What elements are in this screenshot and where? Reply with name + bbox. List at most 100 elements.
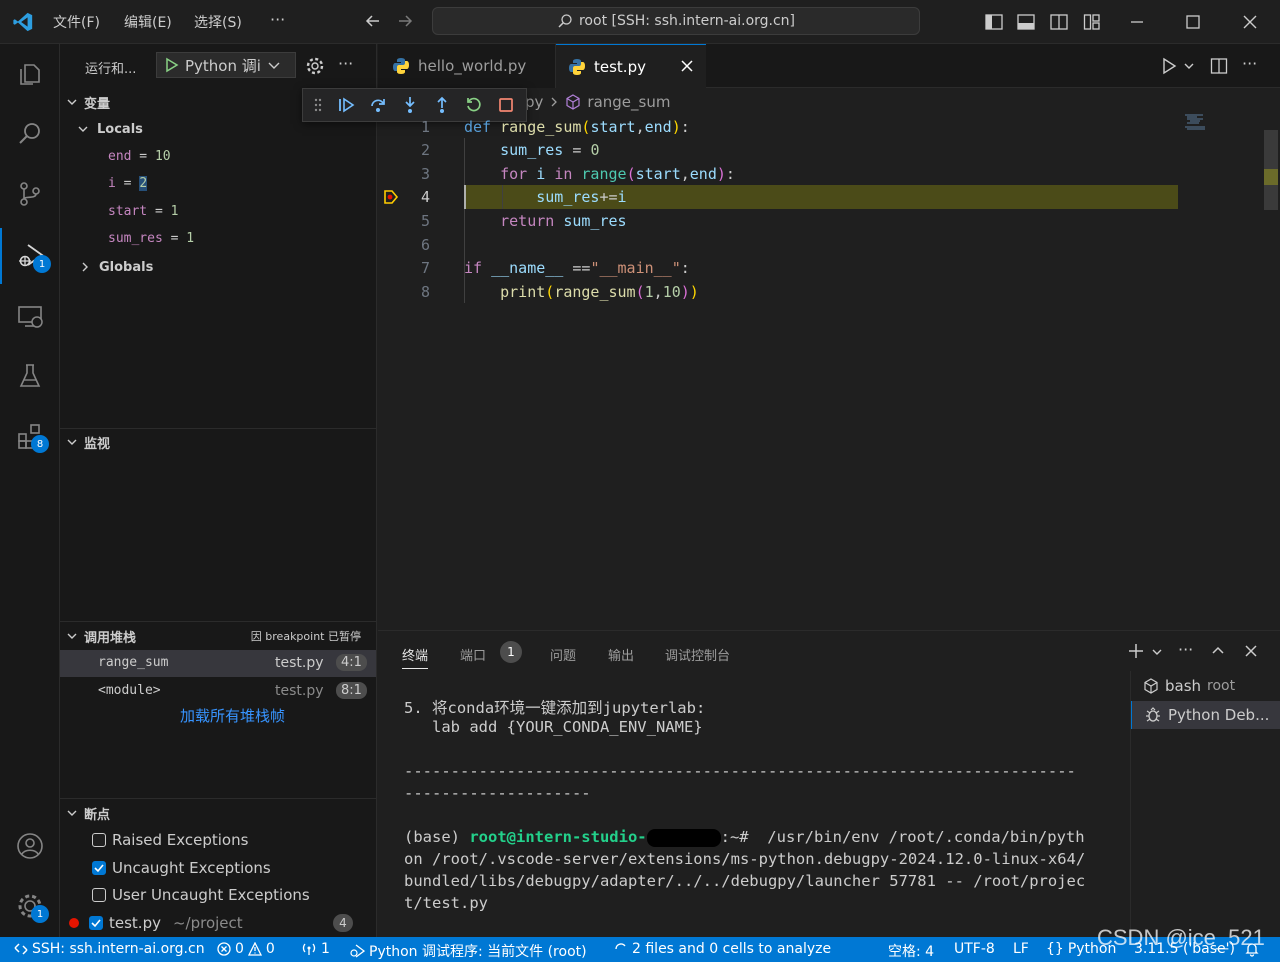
menu-file[interactable]: 文件(F) (53, 12, 100, 32)
debug-session-indicator[interactable]: Python 调试程序: 当前文件 (root) (349, 941, 587, 961)
panel-more-icon[interactable]: ··· (1178, 640, 1193, 659)
breakpoint-file-test[interactable]: test.py ~/project 4 (69, 914, 369, 932)
callstack-section-header[interactable]: 调用堆栈 因 breakpoint 已暂停 (60, 624, 377, 648)
vscode-logo-icon[interactable] (12, 11, 34, 33)
stop-icon[interactable] (497, 96, 515, 114)
debug-session-label: Python 调试程序: 当前文件 (root) (369, 944, 587, 960)
menu-edit[interactable]: 编辑(E) (124, 12, 172, 32)
window-maximize-icon[interactable] (1184, 13, 1202, 31)
step-out-icon[interactable] (433, 96, 451, 114)
stack-frame-row[interactable]: <module> test.py 8:1 (60, 678, 376, 705)
close-panel-icon[interactable] (1244, 644, 1258, 658)
drag-handle-icon[interactable] (313, 97, 323, 113)
menu-more[interactable]: ··· (270, 10, 285, 29)
code-line[interactable]: for i in range(start,end): (464, 165, 735, 183)
equals-sign: = (131, 149, 155, 164)
variable-end[interactable]: end = 10 (108, 149, 171, 164)
checkbox[interactable] (92, 888, 106, 902)
breakpoint-label: Raised Exceptions (112, 831, 249, 849)
toggle-secondary-sidebar-icon[interactable] (1050, 13, 1068, 31)
toggle-panel-icon[interactable] (1017, 13, 1035, 31)
analysis-indicator[interactable]: 2 files and 0 cells to analyze (614, 941, 831, 957)
status-bar: SSH: ssh.intern-ai.org.cn 0 0 1 Python 调… (0, 937, 1280, 962)
terminal-session-python-debug[interactable]: Python Deb... (1131, 701, 1280, 729)
breakpoints-section-header[interactable]: 断点 (60, 801, 377, 825)
code-line[interactable]: def range_sum(start,end): (464, 118, 690, 136)
testing-icon[interactable] (0, 348, 60, 404)
extensions-icon[interactable]: 8 (0, 408, 60, 464)
encoding-indicator[interactable]: UTF-8 (954, 941, 995, 957)
variable-sum-res[interactable]: sum_res = 1 (108, 231, 194, 246)
window-close-icon[interactable] (1241, 13, 1259, 31)
manage-gear-icon[interactable]: 1 (0, 878, 60, 934)
toggle-sidebar-icon[interactable] (985, 13, 1003, 31)
maximize-panel-chevron-up-icon[interactable] (1211, 644, 1225, 658)
explorer-icon[interactable] (0, 46, 60, 102)
step-over-icon[interactable] (369, 96, 387, 114)
source-control-icon[interactable] (0, 166, 60, 222)
checkbox[interactable] (92, 833, 106, 847)
globals-scope[interactable]: Globals (60, 255, 377, 279)
problems-indicator[interactable]: 0 0 (217, 941, 275, 957)
accounts-icon[interactable] (0, 818, 60, 874)
new-terminal-plus-icon[interactable] (1128, 643, 1144, 659)
code-line[interactable]: print(range_sum(1,10)) (464, 283, 699, 301)
breadcrumb-symbol[interactable]: range_sum (587, 93, 670, 111)
tab-test-py[interactable]: test.py (556, 44, 706, 88)
step-into-icon[interactable] (401, 96, 419, 114)
terminal-profile-chevron-icon[interactable] (1151, 646, 1163, 658)
debug-settings-gear-icon[interactable] (305, 56, 325, 76)
checkbox-checked[interactable] (89, 916, 103, 930)
breakpoint-file-label: test.py (109, 914, 161, 932)
panel-tab-output[interactable]: 输出 (608, 645, 634, 664)
code-line-current[interactable]: sum_res+=i (464, 188, 626, 206)
split-editor-icon[interactable] (1210, 57, 1228, 75)
code-line[interactable]: sum_res = 0 (464, 141, 599, 159)
panel-tab-debug-console[interactable]: 调试控制台 (665, 645, 730, 664)
menu-selection[interactable]: 选择(S) (194, 12, 242, 32)
load-all-frames-link[interactable]: 加载所有堆栈帧 (180, 705, 285, 726)
indentation-indicator[interactable]: 空格: 4 (888, 941, 934, 961)
launch-config-dropdown[interactable]: Python 调i (156, 52, 296, 78)
run-file-icon[interactable] (1160, 57, 1178, 75)
start-debug-icon[interactable] (163, 57, 179, 73)
breakpoint-user-uncaught[interactable]: User Uncaught Exceptions (92, 886, 310, 904)
ports-indicator[interactable]: 1 (301, 941, 330, 957)
variable-i[interactable]: i = 2 (108, 176, 148, 191)
minimap[interactable] (1184, 114, 1214, 134)
run-options-chevron-icon[interactable] (1183, 60, 1195, 72)
code-line[interactable]: if __name__ =="__main__": (464, 259, 690, 277)
remote-indicator[interactable]: SSH: ssh.intern-ai.org.cn (14, 941, 205, 957)
checkbox-checked[interactable] (92, 861, 106, 875)
close-tab-icon[interactable] (680, 59, 694, 73)
tab-label: hello_world.py (418, 57, 527, 75)
panel-tab-problems[interactable]: 问题 (550, 645, 576, 664)
search-view-icon[interactable] (0, 106, 60, 162)
breakpoint-raised-exceptions[interactable]: Raised Exceptions (92, 831, 248, 849)
globals-title: Globals (99, 259, 154, 275)
editor-more-icon[interactable]: ··· (1242, 54, 1257, 73)
restart-icon[interactable] (465, 96, 483, 114)
panel-tab-ports[interactable]: 端口 (460, 645, 486, 664)
panel-tab-terminal[interactable]: 终端 (402, 645, 429, 669)
activity-bar: 1 8 1 (0, 44, 60, 937)
window-minimize-icon[interactable] (1128, 13, 1146, 31)
tab-hello-world[interactable]: hello_world.py (378, 44, 556, 88)
command-center[interactable]: root [SSH: ssh.intern-ai.org.cn] (432, 7, 920, 35)
stack-frame-row[interactable]: range_sum test.py 4:1 (60, 650, 376, 677)
terminal-session-bash[interactable]: bash root (1143, 677, 1235, 695)
eol-indicator[interactable]: LF (1013, 941, 1029, 957)
breakpoint-uncaught-exceptions[interactable]: Uncaught Exceptions (92, 859, 271, 877)
nav-forward-icon[interactable] (396, 12, 414, 30)
breadcrumb-file[interactable]: py (525, 93, 543, 111)
remote-explorer-icon[interactable] (0, 288, 60, 344)
watch-section-header[interactable]: 监视 (60, 430, 377, 454)
variable-start[interactable]: start = 1 (108, 204, 178, 219)
python-file-icon (392, 57, 410, 75)
continue-icon[interactable] (337, 96, 355, 114)
run-debug-icon[interactable]: 1 (0, 228, 60, 284)
customize-layout-icon[interactable] (1083, 13, 1101, 31)
sidebar-more-icon[interactable]: ··· (338, 54, 353, 73)
code-line[interactable]: return sum_res (464, 212, 626, 230)
nav-back-icon[interactable] (364, 12, 382, 30)
